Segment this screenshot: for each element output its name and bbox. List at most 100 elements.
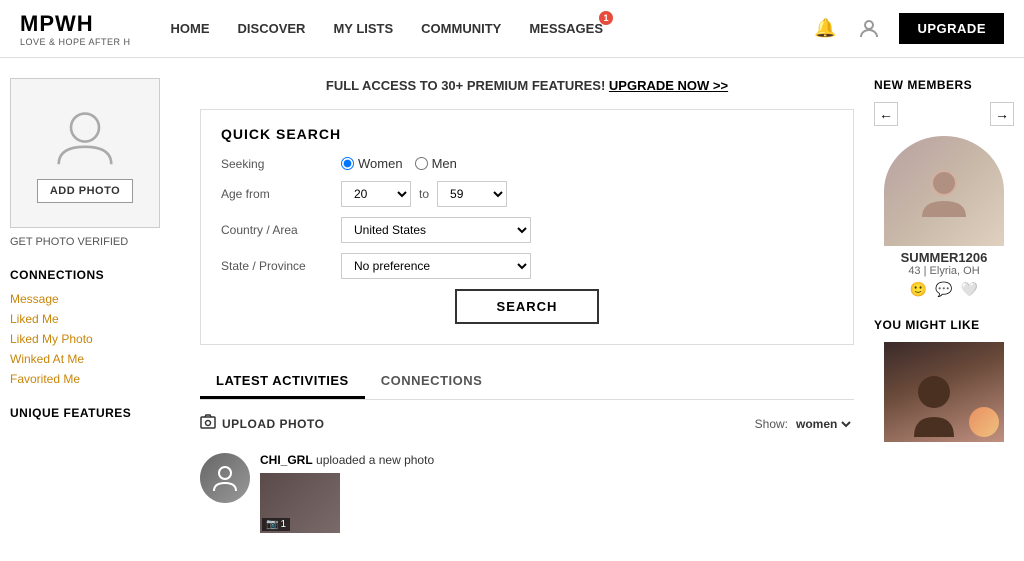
connection-link-favorited-me[interactable]: Favorited Me	[10, 372, 180, 386]
add-photo-button[interactable]: ADD PHOTO	[37, 179, 133, 203]
profile-photo-box: ADD PHOTO	[10, 78, 160, 228]
seeking-men-option[interactable]: Men	[415, 156, 457, 171]
show-filter: Show: women men	[755, 416, 854, 432]
center-content: FULL ACCESS TO 30+ PREMIUM FEATURES! UPG…	[200, 78, 854, 541]
tab-connections[interactable]: CONNECTIONS	[365, 365, 499, 399]
camera-icon: 📷	[266, 519, 278, 530]
logo-title: MPWH	[20, 11, 131, 37]
show-select[interactable]: women men	[792, 416, 854, 432]
bell-icon[interactable]: 🔔	[811, 15, 839, 43]
member-card: SUMMER1206 43 | Elyria, OH 🙂 💬 🤍	[874, 136, 1014, 298]
state-label: State / Province	[221, 259, 341, 273]
nav-badge-messages: 1	[599, 11, 613, 25]
connection-link-message[interactable]: Message	[10, 292, 180, 306]
activity-photo-thumb[interactable]: 📷 1	[260, 473, 340, 533]
main-layout: ADD PHOTO GET PHOTO VERIFIED CONNECTIONS…	[0, 58, 1024, 561]
activity-text: CHI_GRL uploaded a new photo	[260, 453, 434, 467]
search-button[interactable]: SEARCH	[455, 289, 600, 324]
connections-list: Message Liked Me Liked My Photo Winked At M…	[10, 292, 180, 386]
seeking-label: Seeking	[221, 157, 341, 171]
logo: MPWH LOVE & HOPE AFTER H	[20, 11, 131, 47]
photo-count-badge: 📷 1	[262, 518, 290, 531]
you-might-like-photo[interactable]	[884, 342, 1004, 442]
new-members-nav: ← →	[874, 102, 1014, 126]
age-to-select[interactable]: 59	[437, 181, 507, 207]
avatar-placeholder	[200, 453, 250, 503]
state-field: No preference	[341, 253, 531, 279]
nav-item-community[interactable]: COMMUNITY	[421, 17, 501, 40]
activity-bar: UPLOAD PHOTO Show: women men	[200, 414, 854, 433]
you-might-like-section: YOU MIGHT LIKE	[874, 318, 1014, 442]
age-from-label: Age from	[221, 187, 341, 201]
header: MPWH LOVE & HOPE AFTER H HOME DISCOVER MY …	[0, 0, 1024, 58]
user-icon[interactable]	[855, 15, 883, 43]
activity-username[interactable]: CHI_GRL	[260, 453, 313, 467]
connections-title: CONNECTIONS	[10, 268, 180, 282]
upload-photo-label: UPLOAD PHOTO	[222, 417, 324, 431]
upload-photo-button[interactable]: UPLOAD PHOTO	[200, 414, 324, 433]
promo-text: FULL ACCESS TO 30+ PREMIUM FEATURES!	[326, 78, 605, 93]
next-member-button[interactable]: →	[990, 102, 1014, 126]
photo-count: 1	[280, 519, 286, 530]
member-heart-icon[interactable]: 🤍	[961, 281, 978, 298]
upload-photo-icon	[200, 414, 216, 433]
you-might-avatar-icon	[914, 372, 974, 442]
prev-member-button[interactable]: ←	[874, 102, 898, 126]
connection-link-liked-my-photo[interactable]: Liked My Photo	[10, 332, 180, 346]
age-row: Age from 20 to 59	[221, 181, 833, 207]
nav-item-my-lists[interactable]: MY LISTS	[333, 17, 393, 40]
activity-item: CHI_GRL uploaded a new photo 📷 1	[200, 445, 854, 541]
country-label: Country / Area	[221, 223, 341, 237]
main-nav: HOME DISCOVER MY LISTS COMMUNITY MESSAGES1	[171, 17, 812, 40]
country-field: United States	[341, 217, 531, 243]
member-avatar-icon	[914, 161, 974, 221]
seeking-men-label: Men	[432, 156, 457, 171]
member-smile-icon[interactable]: 🙂	[910, 281, 927, 298]
nav-item-discover[interactable]: DISCOVER	[238, 17, 306, 40]
quick-search-title: QUICK SEARCH	[221, 126, 833, 142]
activity-action: uploaded a new photo	[316, 453, 434, 467]
left-sidebar: ADD PHOTO GET PHOTO VERIFIED CONNECTIONS…	[10, 78, 180, 541]
age-to-label: to	[419, 187, 429, 201]
age-field: 20 to 59	[341, 181, 507, 207]
quick-search-box: QUICK SEARCH Seeking Women Men Age from …	[200, 109, 854, 345]
member-photo[interactable]	[884, 136, 1004, 246]
right-sidebar: NEW MEMBERS ← → SUMMER1206 43 | Elyria, …	[874, 78, 1014, 541]
you-might-like-title: YOU MIGHT LIKE	[874, 318, 1014, 332]
member-actions: 🙂 💬 🤍	[874, 281, 1014, 298]
show-label: Show:	[755, 417, 788, 431]
country-select[interactable]: United States	[341, 217, 531, 243]
connection-link-winked-at-me[interactable]: Winked At Me	[10, 352, 180, 366]
member-username[interactable]: SUMMER1206	[874, 250, 1014, 265]
tab-latest-activities[interactable]: LATEST ACTIVITIES	[200, 365, 365, 399]
upgrade-button[interactable]: UPGRADE	[899, 13, 1004, 44]
activity-tabs: LATEST ACTIVITIES CONNECTIONS	[200, 365, 854, 400]
logo-sub: LOVE & HOPE AFTER H	[20, 37, 131, 47]
activity-photos: 📷 1	[260, 473, 434, 533]
unique-features-title: UNIQUE FEATURES	[10, 406, 180, 420]
search-btn-wrap: SEARCH	[221, 289, 833, 324]
state-row: State / Province No preference	[221, 253, 833, 279]
seeking-women-label: Women	[358, 156, 403, 171]
country-row: Country / Area United States	[221, 217, 833, 243]
connection-link-liked-me[interactable]: Liked Me	[10, 312, 180, 326]
activity-description: CHI_GRL uploaded a new photo 📷 1	[260, 453, 434, 533]
new-members-title: NEW MEMBERS	[874, 78, 1014, 92]
member-location: Elyria, OH	[930, 265, 980, 277]
nav-item-messages[interactable]: MESSAGES1	[529, 17, 603, 40]
promo-bar: FULL ACCESS TO 30+ PREMIUM FEATURES! UPG…	[200, 78, 854, 93]
seeking-row: Seeking Women Men	[221, 156, 833, 171]
member-chat-icon[interactable]: 💬	[935, 281, 952, 298]
header-actions: 🔔 UPGRADE	[811, 13, 1004, 44]
member-info: 43 | Elyria, OH	[874, 265, 1014, 277]
promo-cta[interactable]: UPGRADE NOW >>	[609, 78, 728, 93]
get-photo-verified-link[interactable]: GET PHOTO VERIFIED	[10, 236, 180, 248]
activity-avatar[interactable]	[200, 453, 250, 503]
seeking-women-option[interactable]: Women	[341, 156, 403, 171]
nav-item-home[interactable]: HOME	[171, 17, 210, 40]
member-age: 43	[908, 265, 920, 277]
age-from-select[interactable]: 20	[341, 181, 411, 207]
state-select[interactable]: No preference	[341, 253, 531, 279]
default-avatar-icon	[50, 103, 120, 173]
seeking-field: Women Men	[341, 156, 457, 171]
